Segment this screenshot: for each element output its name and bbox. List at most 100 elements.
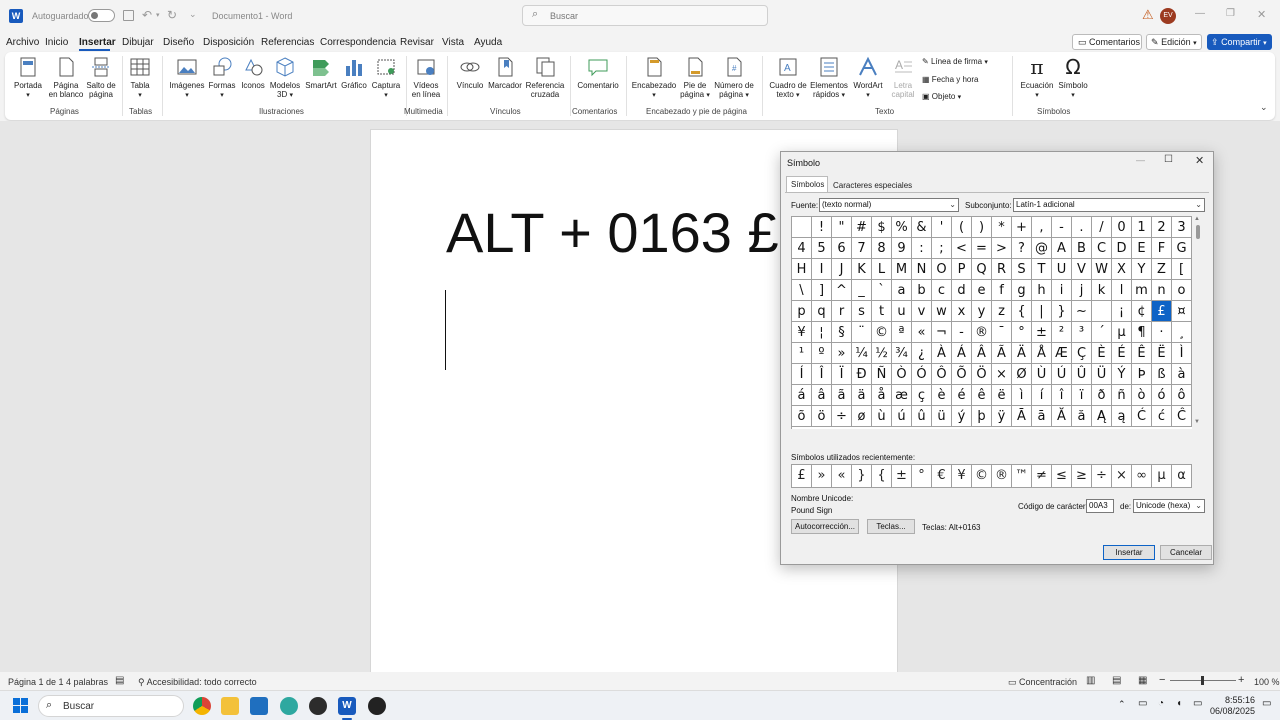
menu-dibujar[interactable]: Dibujar xyxy=(122,37,154,48)
symbol-cell[interactable]: å xyxy=(872,385,892,406)
symbol-cell[interactable]: n xyxy=(1152,280,1172,301)
accessibility-status[interactable]: ⚲ Accesibilidad: todo correcto xyxy=(138,677,257,688)
symbol-cell[interactable]: É xyxy=(1112,343,1132,364)
cover-page-button[interactable]: Portada ▾ xyxy=(11,56,45,100)
obs-icon[interactable] xyxy=(368,697,386,715)
zoom-out-icon[interactable]: − xyxy=(1159,674,1165,686)
symbol-cell[interactable]: Ò xyxy=(892,364,912,385)
symbol-cell[interactable]: ³ xyxy=(1072,322,1092,343)
font-select[interactable]: (texto normal) ⌄ xyxy=(819,198,959,212)
recent-symbol-cell[interactable]: ÷ xyxy=(1092,465,1112,487)
symbol-cell[interactable]: ¬ xyxy=(932,322,952,343)
symbol-cell[interactable]: N xyxy=(912,259,932,280)
close-icon[interactable]: ✕ xyxy=(1195,154,1204,167)
tab-symbols[interactable]: Símbolos xyxy=(786,176,828,193)
recent-symbol-cell[interactable]: » xyxy=(812,465,832,487)
symbol-cell[interactable]: ^ xyxy=(832,280,852,301)
symbol-cell[interactable]: Ý xyxy=(1112,364,1132,385)
symbol-cell[interactable]: Ó xyxy=(912,364,932,385)
symbol-cell[interactable]: ß xyxy=(1152,364,1172,385)
symbol-cell[interactable]: ó xyxy=(1152,385,1172,406)
symbol-cell[interactable]: ´ xyxy=(1092,322,1112,343)
symbol-cell[interactable]: Ñ xyxy=(872,364,892,385)
collapse-ribbon-icon[interactable]: ⌄ xyxy=(1260,102,1268,113)
autosave-toggle[interactable] xyxy=(88,9,115,22)
subset-select[interactable]: Latín-1 adicional ⌄ xyxy=(1013,198,1205,212)
smartart-button[interactable]: SmartArt xyxy=(302,56,340,90)
zoom-slider[interactable] xyxy=(1170,676,1236,685)
symbol-cell[interactable]: ¯ xyxy=(992,322,1012,343)
symbol-cell[interactable]: b xyxy=(912,280,932,301)
user-avatar[interactable]: EV xyxy=(1160,8,1176,24)
symbol-cell[interactable]: ñ xyxy=(1112,385,1132,406)
taskbar-search[interactable]: ⌕ Buscar xyxy=(38,695,184,717)
symbol-cell[interactable]: ¥ xyxy=(792,322,812,343)
symbol-cell[interactable]: U xyxy=(1052,259,1072,280)
symbol-cell[interactable]: Q xyxy=(972,259,992,280)
battery-icon[interactable]: ▭ xyxy=(1193,698,1202,709)
symbol-cell[interactable]: G xyxy=(1172,238,1192,259)
symbol-cell[interactable]: & xyxy=(912,217,932,238)
symbol-cell[interactable]: } xyxy=(1052,301,1072,322)
symbol-cell[interactable]: þ xyxy=(972,406,992,427)
symbol-cell[interactable]: ' xyxy=(932,217,952,238)
symbol-cell[interactable]: î xyxy=(1052,385,1072,406)
symbol-cell[interactable]: X xyxy=(1112,259,1132,280)
recent-symbol-cell[interactable]: { xyxy=(872,465,892,487)
symbol-cell[interactable]: d xyxy=(952,280,972,301)
scroll-thumb[interactable] xyxy=(1196,225,1200,239)
symbol-cell[interactable] xyxy=(1092,301,1112,322)
symbol-cell[interactable]: ê xyxy=(972,385,992,406)
symbol-cell[interactable]: 9 xyxy=(892,238,912,259)
symbol-cell[interactable]: l xyxy=(1112,280,1132,301)
symbol-cell[interactable]: ± xyxy=(1032,322,1052,343)
symbol-cell[interactable]: A xyxy=(1052,238,1072,259)
symbol-cell[interactable]: Ö xyxy=(972,364,992,385)
symbol-cell[interactable]: . xyxy=(1072,217,1092,238)
customize-qat-icon[interactable]: ⌄ xyxy=(189,9,197,20)
menu-diseno[interactable]: Diseño xyxy=(163,37,194,48)
symbol-cell[interactable]: Æ xyxy=(1052,343,1072,364)
symbol-cell[interactable]: 3 xyxy=(1172,217,1192,238)
symbol-cell[interactable]: i xyxy=(1052,280,1072,301)
grid-scrollbar[interactable]: ▲ ▼ xyxy=(1193,216,1203,429)
recent-symbol-cell[interactable]: ∞ xyxy=(1132,465,1152,487)
symbol-cell[interactable]: o xyxy=(1172,280,1192,301)
word-count[interactable]: 4 palabras xyxy=(66,677,108,687)
restore-icon[interactable]: ❐ xyxy=(1226,8,1235,19)
text-box-button[interactable]: A Cuadro de texto ▾ xyxy=(766,56,810,100)
symbol-cell[interactable]: ¼ xyxy=(852,343,872,364)
screenshot-button[interactable]: Captura ▾ xyxy=(368,56,404,100)
minimize-icon[interactable]: — xyxy=(1136,155,1145,165)
symbol-cell[interactable]: á xyxy=(792,385,812,406)
symbol-cell[interactable]: D xyxy=(1112,238,1132,259)
page-break-button[interactable]: Salto de página xyxy=(84,56,118,99)
warning-icon[interactable]: ⚠ xyxy=(1142,7,1154,23)
symbol-cell[interactable]: @ xyxy=(1032,238,1052,259)
symbol-cell[interactable]: ¸ xyxy=(1172,322,1192,343)
search-box[interactable]: ⌕ Buscar xyxy=(522,5,768,26)
symbol-cell[interactable]: û xyxy=(912,406,932,427)
symbol-cell[interactable]: 4 xyxy=(792,238,812,259)
wordart-button[interactable]: WordArt ▾ xyxy=(850,56,886,100)
print-layout-icon[interactable]: ▤ xyxy=(1112,675,1121,686)
symbol-cell[interactable]: x xyxy=(952,301,972,322)
symbol-cell[interactable]: q xyxy=(812,301,832,322)
recent-symbol-cell[interactable]: ≥ xyxy=(1072,465,1092,487)
symbol-cell[interactable]: ! xyxy=(812,217,832,238)
store-icon[interactable] xyxy=(250,697,268,715)
symbol-cell[interactable]: ð xyxy=(1092,385,1112,406)
symbol-cell[interactable]: ù xyxy=(872,406,892,427)
recent-symbol-cell[interactable]: × xyxy=(1112,465,1132,487)
3d-models-button[interactable]: Modelos 3D ▾ xyxy=(267,56,303,100)
symbol-cell[interactable]: { xyxy=(1012,301,1032,322)
read-mode-icon[interactable]: ▥ xyxy=(1086,675,1095,686)
symbol-cell[interactable]: ë xyxy=(992,385,1012,406)
symbol-cell[interactable]: : xyxy=(912,238,932,259)
symbol-cell[interactable] xyxy=(792,217,812,238)
chrome-icon[interactable] xyxy=(193,697,211,715)
symbol-cell[interactable]: µ xyxy=(1112,322,1132,343)
symbol-cell[interactable]: $ xyxy=(872,217,892,238)
symbol-cell[interactable]: · xyxy=(1152,322,1172,343)
symbol-cell[interactable]: Ï xyxy=(832,364,852,385)
